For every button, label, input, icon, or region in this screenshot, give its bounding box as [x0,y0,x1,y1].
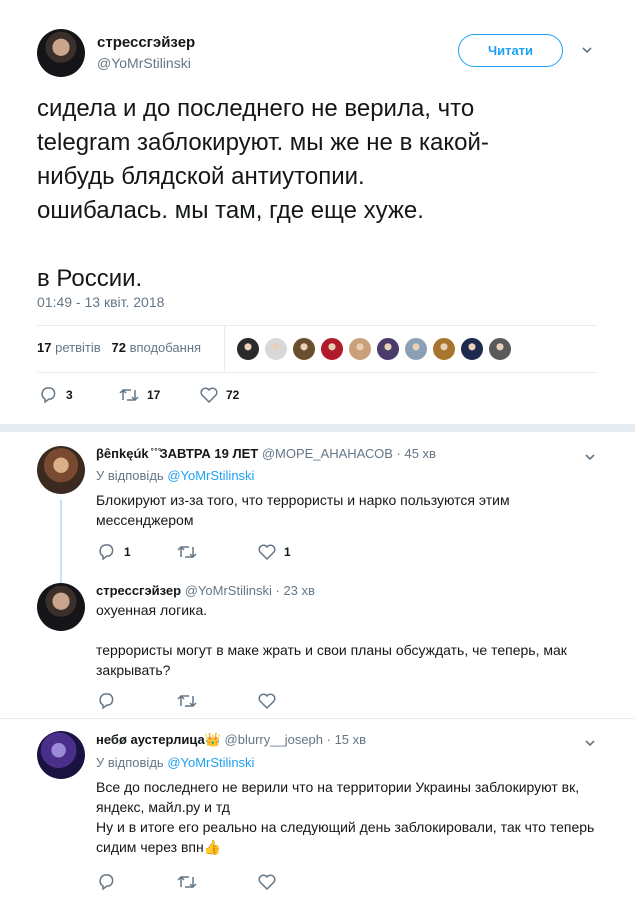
author-handle[interactable]: @YoMrStilinski [97,55,191,71]
author-avatar[interactable] [37,29,85,77]
reply-time[interactable]: · 15 хв [327,732,366,747]
liker-avatar[interactable] [432,337,456,361]
retweet-icon [177,694,197,708]
replying-to: У відповідь @YoMrStilinski [96,755,255,770]
like-action[interactable] [258,874,276,890]
retweet-action[interactable] [177,544,197,560]
replying-to: У відповідь @YoMrStilinski [96,468,255,483]
reply-author-handle[interactable]: @МОРЕ_АНАНАСОВ [262,446,393,461]
author-name[interactable]: стрессгэйзер [97,34,195,51]
liker-avatar[interactable] [320,337,344,361]
follow-button[interactable]: Читати [458,34,563,67]
reply-author-name[interactable]: небø аустерлица [96,732,205,747]
tweet-stats: 17 ретвітів 72 вподобання [37,340,201,355]
liker-avatar[interactable] [488,337,512,361]
liker-avatar[interactable] [264,337,288,361]
like-action[interactable] [258,693,276,709]
reply-count: 3 [66,388,73,402]
heart-icon [258,544,276,560]
reply-text: Все до последнего не верили что на терри… [96,779,595,855]
reply-time[interactable]: · 45 хв [397,446,436,461]
tweet-timestamp[interactable]: 01:49 - 13 квіт. 2018 [37,294,164,310]
section-separator [0,424,635,432]
retweets-stat[interactable]: 17 ретвітів [37,340,101,355]
reply-author-name[interactable]: стрессгэйзер [96,583,181,598]
heart-icon [200,387,218,403]
divider [37,372,597,373]
liker-avatar[interactable] [292,337,316,361]
retweet-action[interactable] [177,693,197,709]
heart-icon [258,693,276,709]
retweet-icon [177,875,197,889]
retweet-count: 17 [147,388,161,402]
liker-avatar[interactable] [460,337,484,361]
reply-icon [41,387,56,403]
reply-to-link[interactable]: @YoMrStilinski [167,755,254,770]
likes-stat[interactable]: 72 вподобання [111,340,201,355]
chevron-down-icon[interactable] [582,45,592,55]
retweet-action[interactable] [177,874,197,890]
avatar[interactable] [37,583,85,631]
reply-author-handle[interactable]: @YoMrStilinski [185,583,272,598]
like-count: 72 [226,388,240,402]
chevron-down-icon[interactable] [585,452,595,462]
stats-divider [224,326,225,372]
retweet-icon [119,388,139,402]
reply-icon [99,693,114,709]
reply-action[interactable]: 3 [40,387,73,403]
avatar[interactable] [37,731,85,779]
reply-text: охуенная логика. террористы могут в маке… [96,602,567,678]
tweet-text: сидела и до последнего не верила, что te… [37,95,489,292]
crown-icon: 👑 [204,732,221,747]
reply-header: небø аустерлица👑 @blurry__joseph · 15 хв [96,732,366,748]
reply-action[interactable] [98,874,116,890]
divider [0,718,635,719]
liker-avatar[interactable] [376,337,400,361]
reply-icon [99,544,114,560]
avatar[interactable] [37,446,85,494]
liker-avatar[interactable] [348,337,372,361]
reply-icon [99,874,114,890]
reply-to-link[interactable]: @YoMrStilinski [167,468,254,483]
reply-time[interactable]: · 23 хв [276,583,315,598]
retweet-icon [177,545,197,559]
liker-avatar[interactable] [404,337,428,361]
liker-avatars [236,337,512,361]
reply-author-name[interactable]: βêпkęúk ̊ ̊ ̊ЗАВТРА 19 ЛЕТ [96,446,258,461]
like-action[interactable]: 1 [258,544,291,560]
thread-line [60,500,62,590]
chevron-down-icon[interactable] [585,738,595,748]
reply-text: Блокируют из-за того, что террористы и н… [96,492,510,528]
retweet-action[interactable]: 17 [119,387,160,403]
divider [37,325,597,326]
reply-author-handle[interactable]: @blurry__joseph [225,732,323,747]
reply-header: стрессгэйзер @YoMrStilinski · 23 хв [96,583,315,598]
reply-header: βêпkęúk ̊ ̊ ̊ЗАВТРА 19 ЛЕТ @МОРЕ_АНАНАСО… [96,446,436,461]
heart-icon [258,874,276,890]
like-action[interactable]: 72 [200,387,239,403]
liker-avatar[interactable] [236,337,260,361]
reply-action[interactable] [98,693,116,709]
reply-action[interactable]: 1 [98,544,131,560]
